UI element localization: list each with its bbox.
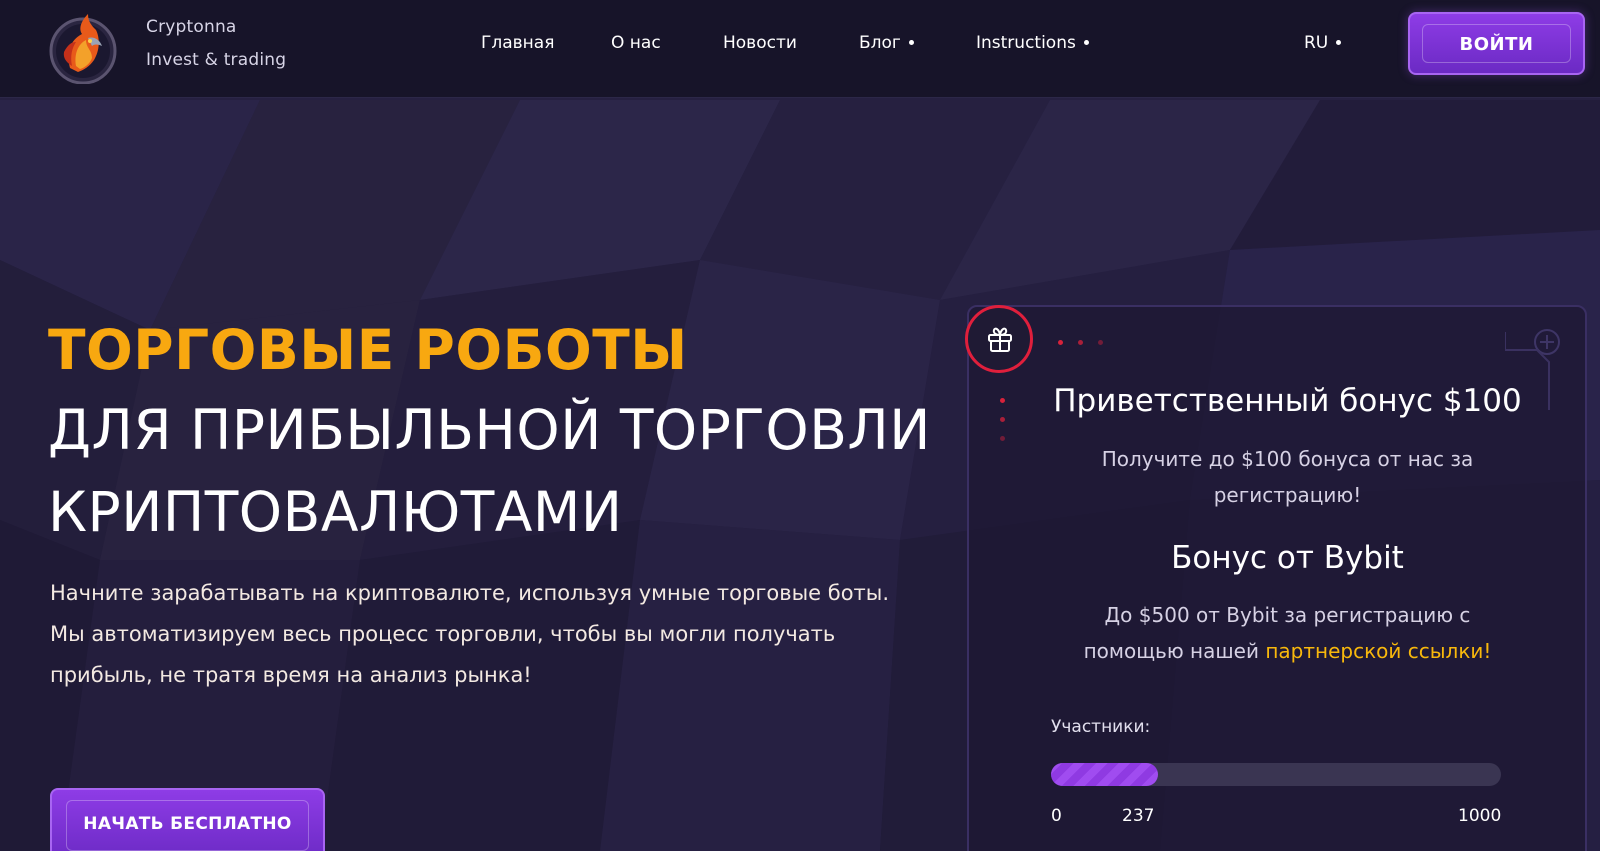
dropdown-dot-icon (1083, 39, 1089, 45)
dropdown-dot-icon (1336, 39, 1342, 45)
nav-item-label: Главная (481, 33, 555, 53)
decor-dot (1078, 340, 1083, 345)
nav-item-label: Instructions (976, 33, 1076, 53)
gift-icon (965, 305, 1033, 373)
start-free-button[interactable]: НАЧАТЬ БЕСПЛАТНО (50, 788, 325, 851)
nav-item-label: Новости (723, 33, 797, 53)
start-free-button-label: НАЧАТЬ БЕСПЛАТНО (83, 814, 292, 834)
nav-item-label: О нас (611, 33, 661, 53)
decor-dot (1000, 436, 1005, 441)
nav-item-blog[interactable]: Блог (859, 33, 914, 53)
welcome-bonus-text: Получите до $100 бонуса от нас за регист… (1101, 447, 1474, 507)
bybit-bonus-text: До $500 от Bybit за регистрацию с помощь… (1060, 597, 1515, 669)
language-selector[interactable]: RU (1304, 33, 1342, 53)
participants-progress-bar (1051, 763, 1501, 786)
progress-scale-max: 1000 (1458, 806, 1502, 826)
progress-scale-min: 0 (1051, 806, 1062, 826)
hero-title-accent: ТОРГОВЫЕ РОБОТЫ (48, 318, 688, 382)
welcome-bonus-title: Приветственный бонус $100 (1053, 383, 1522, 419)
decor-dot (1058, 340, 1063, 345)
partner-link[interactable]: партнерской ссылки! (1265, 639, 1491, 663)
decor-dot (1098, 340, 1103, 345)
progress-scale-current: 237 (1122, 806, 1155, 826)
hero-description: Начните зарабатывать на криптовалюте, ис… (50, 581, 890, 687)
site-header: Cryptonna Invest & trading Главная О нас… (0, 0, 1600, 98)
phoenix-logo-icon[interactable] (48, 8, 118, 85)
hero-title-line-3: КРИПТОВАЛЮТАМИ (48, 480, 623, 544)
nav-item-news[interactable]: Новости (723, 33, 797, 53)
participants-progress-fill (1051, 763, 1158, 786)
nav-item-label: Блог (859, 33, 901, 53)
nav-item-instructions[interactable]: Instructions (976, 33, 1089, 53)
brand-name: Cryptonna (146, 17, 237, 37)
login-button-label: ВОЙТИ (1459, 34, 1534, 55)
login-button[interactable]: ВОЙТИ (1408, 12, 1585, 75)
hero-title-line-2: ДЛЯ ПРИБЫЛЬНОЙ ТОРГОВЛИ (48, 398, 931, 462)
nav-item-home[interactable]: Главная (481, 33, 554, 53)
language-label: RU (1304, 33, 1329, 53)
participants-label: Участники: (1051, 717, 1151, 737)
brand-tagline: Invest & trading (146, 50, 287, 70)
bybit-bonus-title: Бонус от Bybit (1171, 540, 1404, 576)
dropdown-dot-icon (908, 39, 914, 45)
nav-item-about[interactable]: О нас (611, 33, 661, 53)
